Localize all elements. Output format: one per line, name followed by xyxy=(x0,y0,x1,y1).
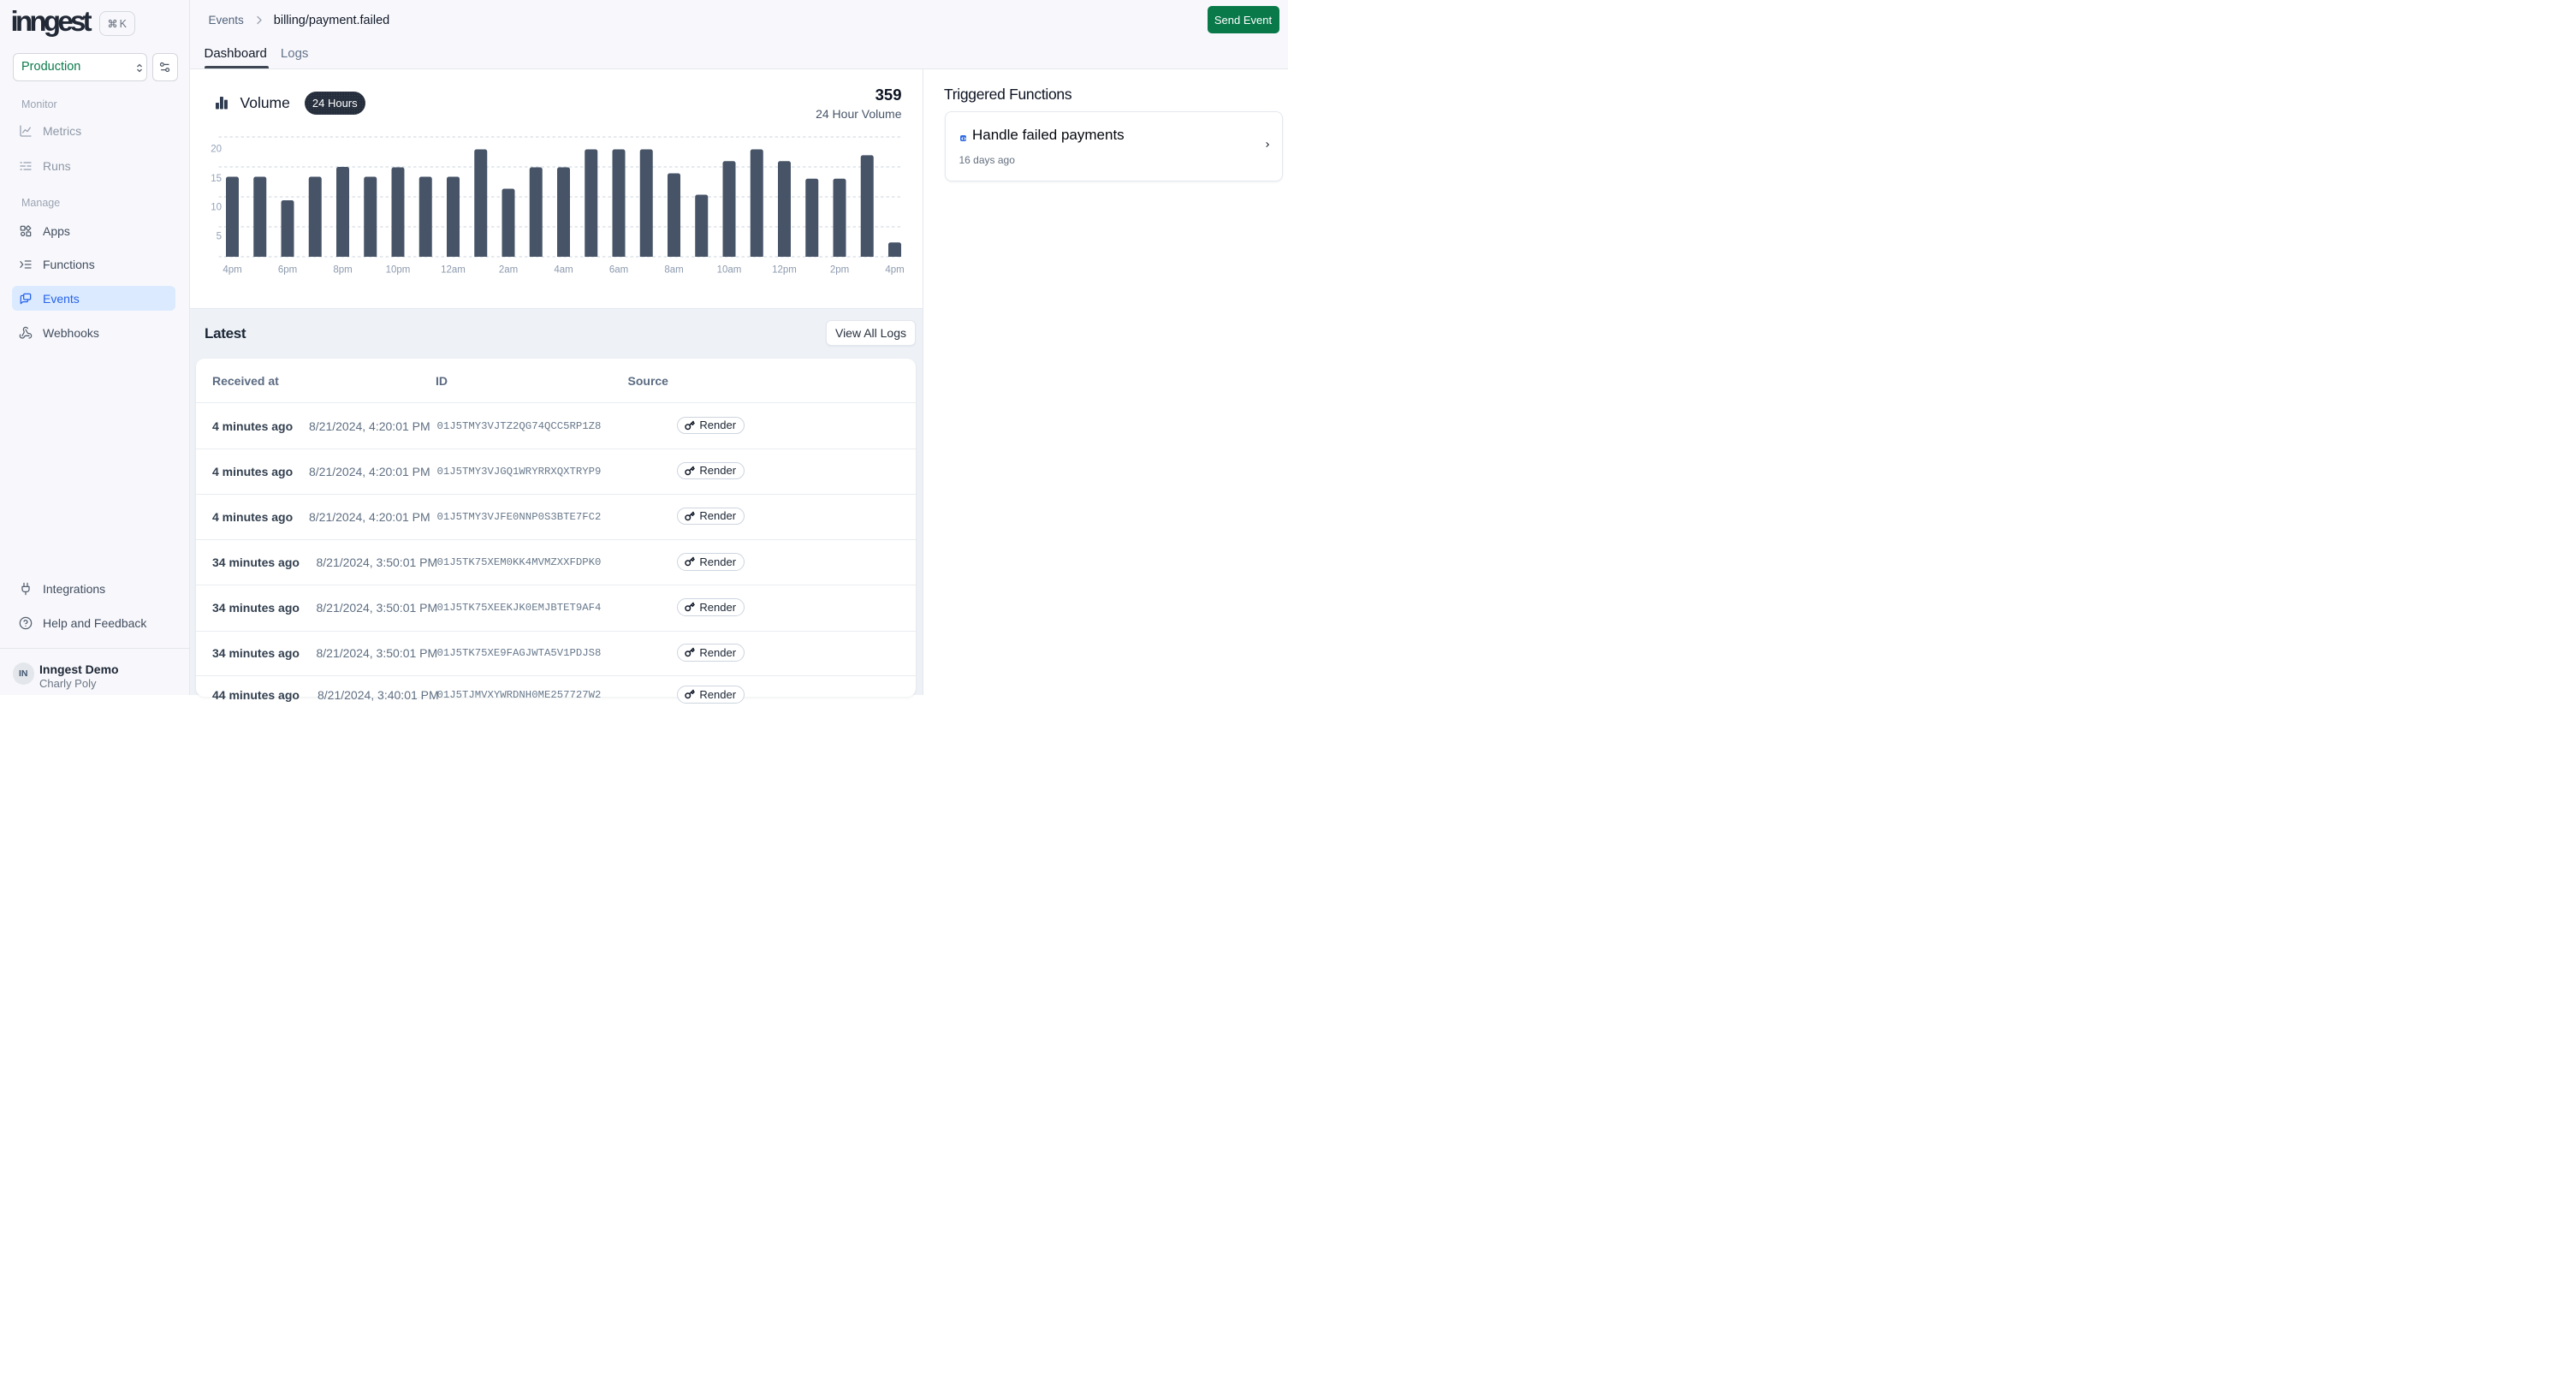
svg-text:2am: 2am xyxy=(499,264,518,275)
svg-text:20: 20 xyxy=(211,144,222,154)
svg-text:8am: 8am xyxy=(664,264,683,275)
svg-text:12am: 12am xyxy=(441,264,466,275)
svg-text:2pm: 2pm xyxy=(830,264,849,275)
svg-text:10: 10 xyxy=(211,202,222,212)
svg-text:4pm: 4pm xyxy=(885,264,904,275)
svg-text:8pm: 8pm xyxy=(333,264,352,275)
svg-text:6pm: 6pm xyxy=(278,264,297,275)
svg-text:15: 15 xyxy=(211,174,222,184)
svg-text:12pm: 12pm xyxy=(772,264,797,275)
svg-text:10am: 10am xyxy=(717,264,742,275)
svg-text:4pm: 4pm xyxy=(223,264,241,275)
svg-text:10pm: 10pm xyxy=(386,264,411,275)
svg-text:4am: 4am xyxy=(554,264,573,275)
svg-text:5: 5 xyxy=(217,231,222,241)
svg-text:6am: 6am xyxy=(609,264,628,275)
